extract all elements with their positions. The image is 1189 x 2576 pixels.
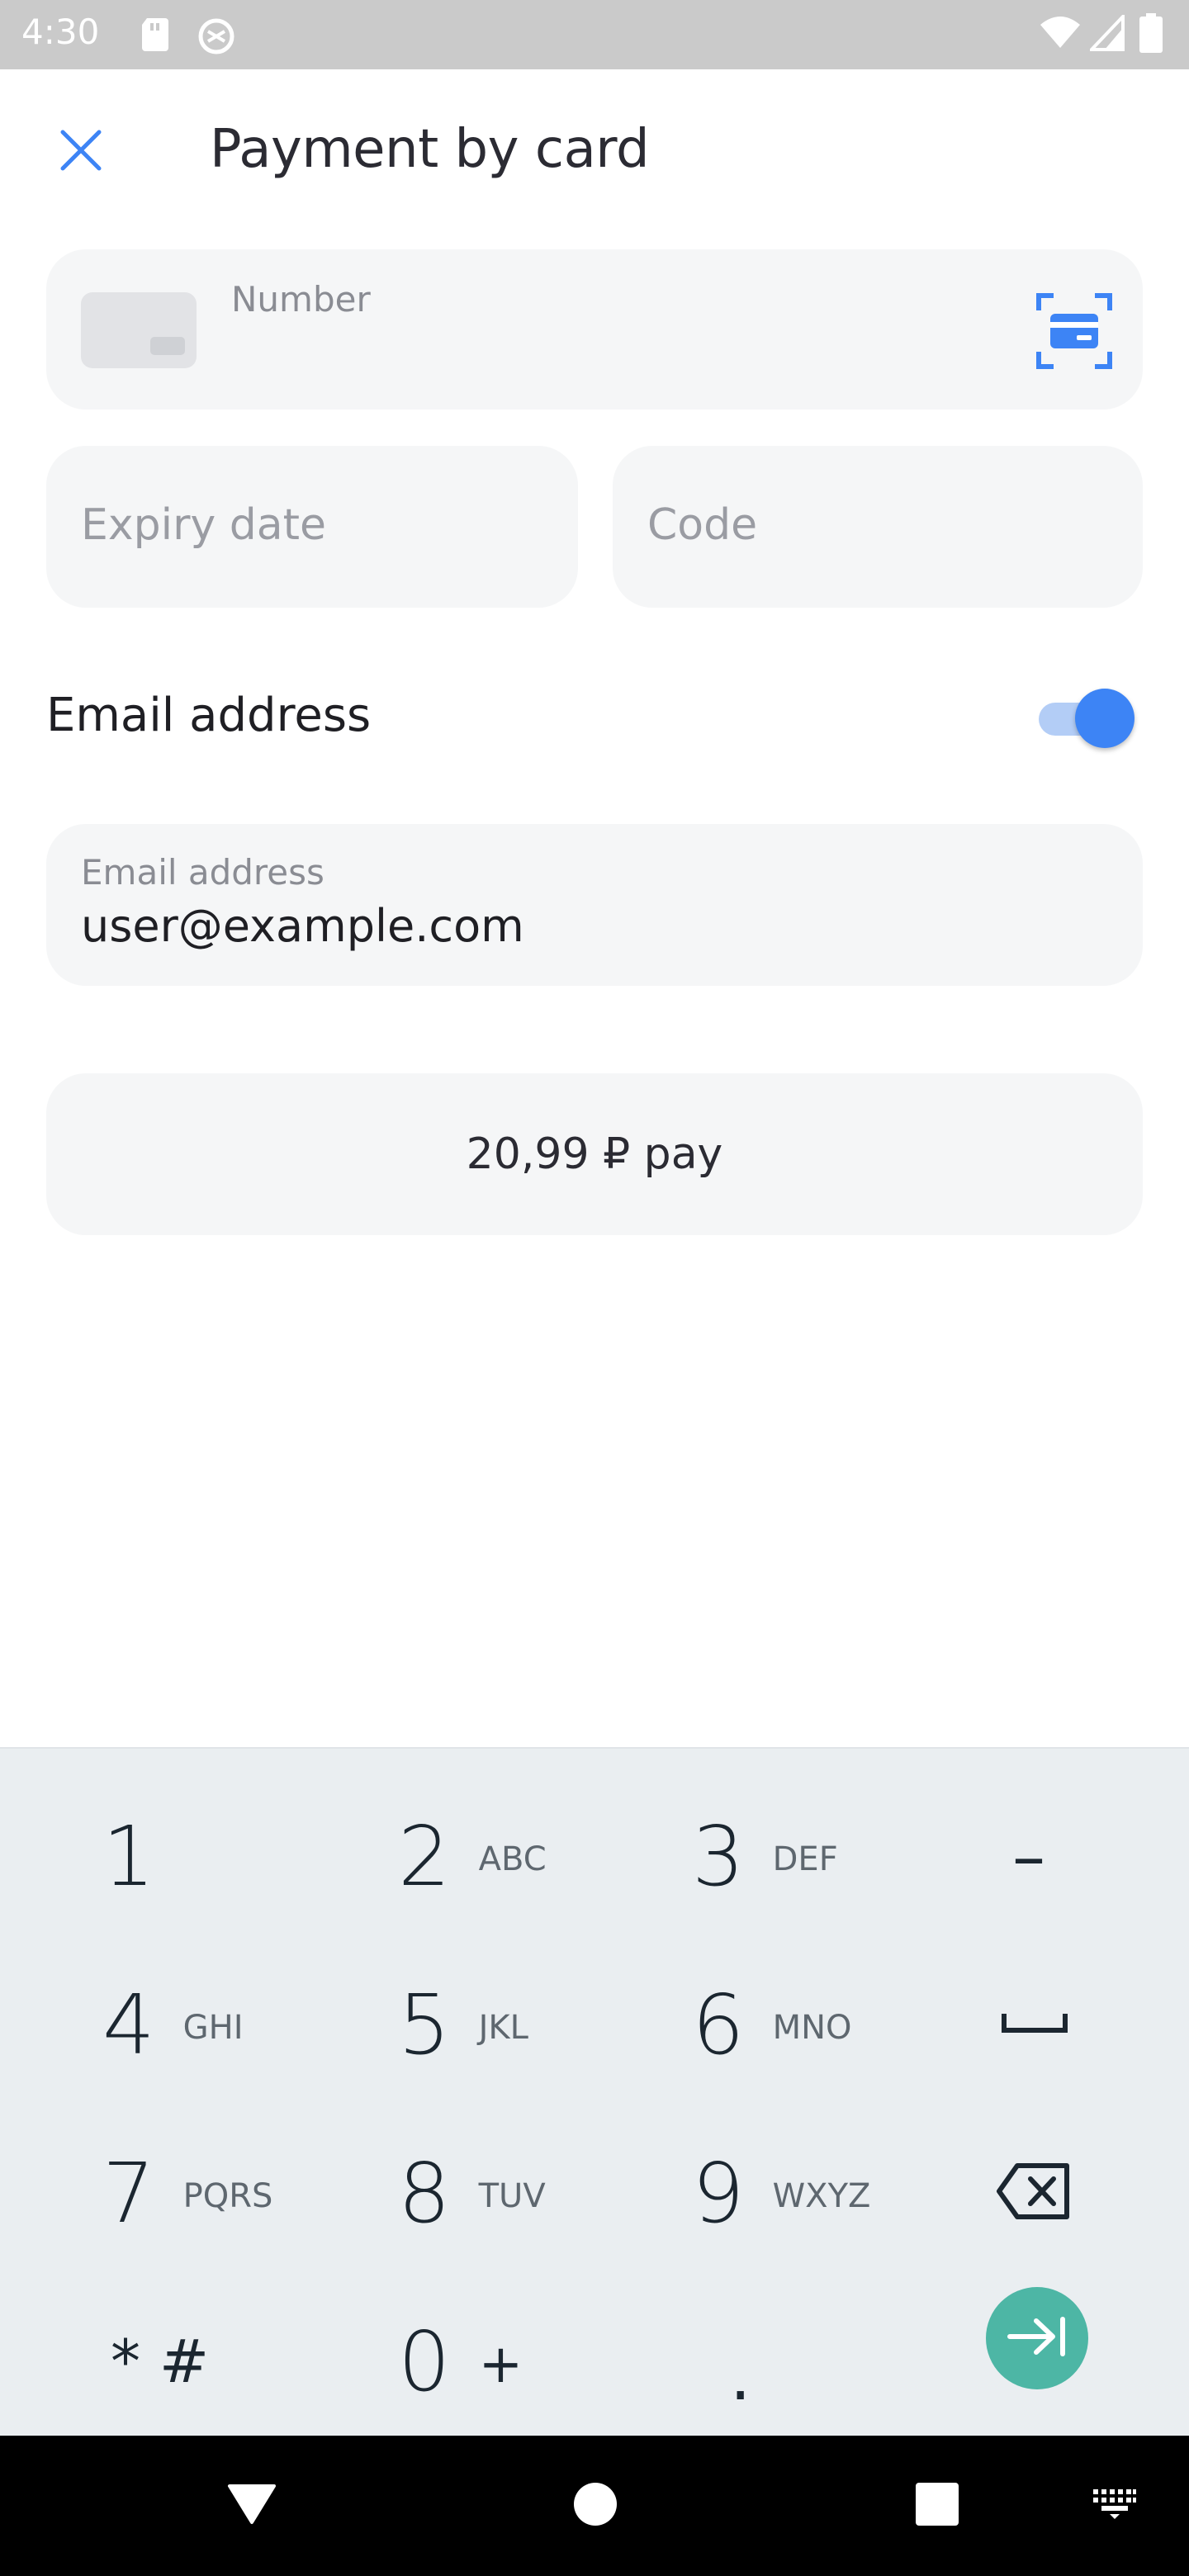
key-digit: 9	[692, 2144, 745, 2242]
email-toggle[interactable]	[1035, 689, 1136, 748]
backspace-icon	[996, 2162, 1072, 2224]
toggle-thumb	[1075, 689, 1135, 748]
recents-button[interactable]	[883, 2436, 991, 2576]
wifi-icon	[1039, 15, 1082, 54]
key-digit: 3	[692, 1807, 745, 1905]
key-digit: 7	[102, 2144, 155, 2242]
keyboard-switch-button[interactable]	[1073, 2436, 1156, 2576]
back-button[interactable]	[198, 2436, 306, 2576]
key-space[interactable]	[1001, 1942, 1068, 2107]
key-digit: 6	[692, 1976, 745, 2073]
home-icon	[573, 2482, 618, 2531]
signal-icon	[1087, 12, 1125, 55]
key-8[interactable]: 8 TUV	[398, 2110, 546, 2275]
key-4[interactable]: 4 GHI	[102, 1942, 244, 2107]
back-icon	[226, 2483, 277, 2530]
email-toggle-label: Email address	[46, 689, 372, 742]
key-letters: PQRS	[182, 2177, 273, 2215]
expiry-date-placeholder: Expiry date	[81, 500, 327, 550]
home-button[interactable]	[542, 2436, 649, 2576]
next-field-icon	[1007, 2316, 1068, 2361]
key-letters: TUV	[478, 2177, 546, 2215]
key-digit: 2	[398, 1807, 451, 1905]
key-dot[interactable]: .	[730, 2294, 751, 2459]
space-icon	[1001, 2010, 1068, 2039]
recents-icon	[915, 2482, 959, 2531]
key-letters: MNO	[772, 2009, 852, 2047]
key-letters: +	[478, 2334, 523, 2395]
cvc-code-placeholder: Code	[647, 500, 758, 550]
key-0[interactable]: 0 +	[398, 2279, 523, 2444]
expiry-date-field[interactable]: Expiry date	[46, 446, 578, 608]
key-digit: 8	[398, 2144, 451, 2242]
card-scan-icon[interactable]	[1035, 292, 1113, 370]
key-digit: 4	[102, 1976, 155, 2073]
key-backspace[interactable]	[996, 2110, 1072, 2275]
key-3[interactable]: 3 DEF	[692, 1773, 838, 1939]
email-field-label: Email address	[81, 852, 324, 893]
close-icon	[59, 129, 102, 176]
key-star-hash[interactable]: * #	[111, 2279, 209, 2444]
key-letters: WXYZ	[772, 2177, 871, 2215]
key-letters: GHI	[182, 2009, 244, 2047]
cvc-code-field[interactable]: Code	[613, 446, 1143, 608]
status-bar: 4:30	[0, 0, 1189, 69]
key-1[interactable]: 1	[102, 1773, 155, 1939]
close-button[interactable]	[48, 122, 114, 182]
key-letters: JKL	[478, 2009, 528, 2047]
key-9[interactable]: 9 WXYZ	[692, 2110, 870, 2275]
key-5[interactable]: 5 JKL	[398, 1942, 528, 2107]
page-title: Payment by card	[210, 119, 650, 180]
card-number-field[interactable]: Number	[46, 249, 1143, 410]
next-field-button[interactable]	[986, 2287, 1088, 2389]
pay-button[interactable]: 20,99 ₽ pay	[46, 1073, 1143, 1235]
key-symbol: .	[730, 2337, 751, 2415]
key-2[interactable]: 2 ABC	[398, 1773, 547, 1939]
key-7[interactable]: 7 PQRS	[102, 2110, 272, 2275]
key-6[interactable]: 6 MNO	[692, 1942, 852, 2107]
sync-icon	[197, 17, 236, 60]
email-field-value[interactable]: user@example.com	[81, 900, 524, 952]
key-digit: 0	[398, 2313, 451, 2410]
email-field[interactable]: Email address user@example.com	[46, 824, 1143, 986]
key-symbol: –	[1012, 1817, 1045, 1895]
key-dash[interactable]: –	[1012, 1773, 1045, 1939]
battery-icon	[1138, 13, 1164, 57]
key-letters: DEF	[772, 1840, 838, 1878]
card-number-label: Number	[231, 279, 371, 320]
status-time: 4:30	[21, 12, 100, 52]
key-digit: 5	[398, 1976, 451, 2073]
card-placeholder-icon	[81, 292, 197, 368]
key-letters: ABC	[478, 1840, 547, 1878]
key-digit: 1	[102, 1807, 155, 1905]
key-symbol: * #	[111, 2327, 210, 2396]
navigation-bar	[0, 2436, 1189, 2576]
sd-card-icon	[139, 17, 172, 57]
keyboard-switch-icon	[1092, 2488, 1138, 2525]
